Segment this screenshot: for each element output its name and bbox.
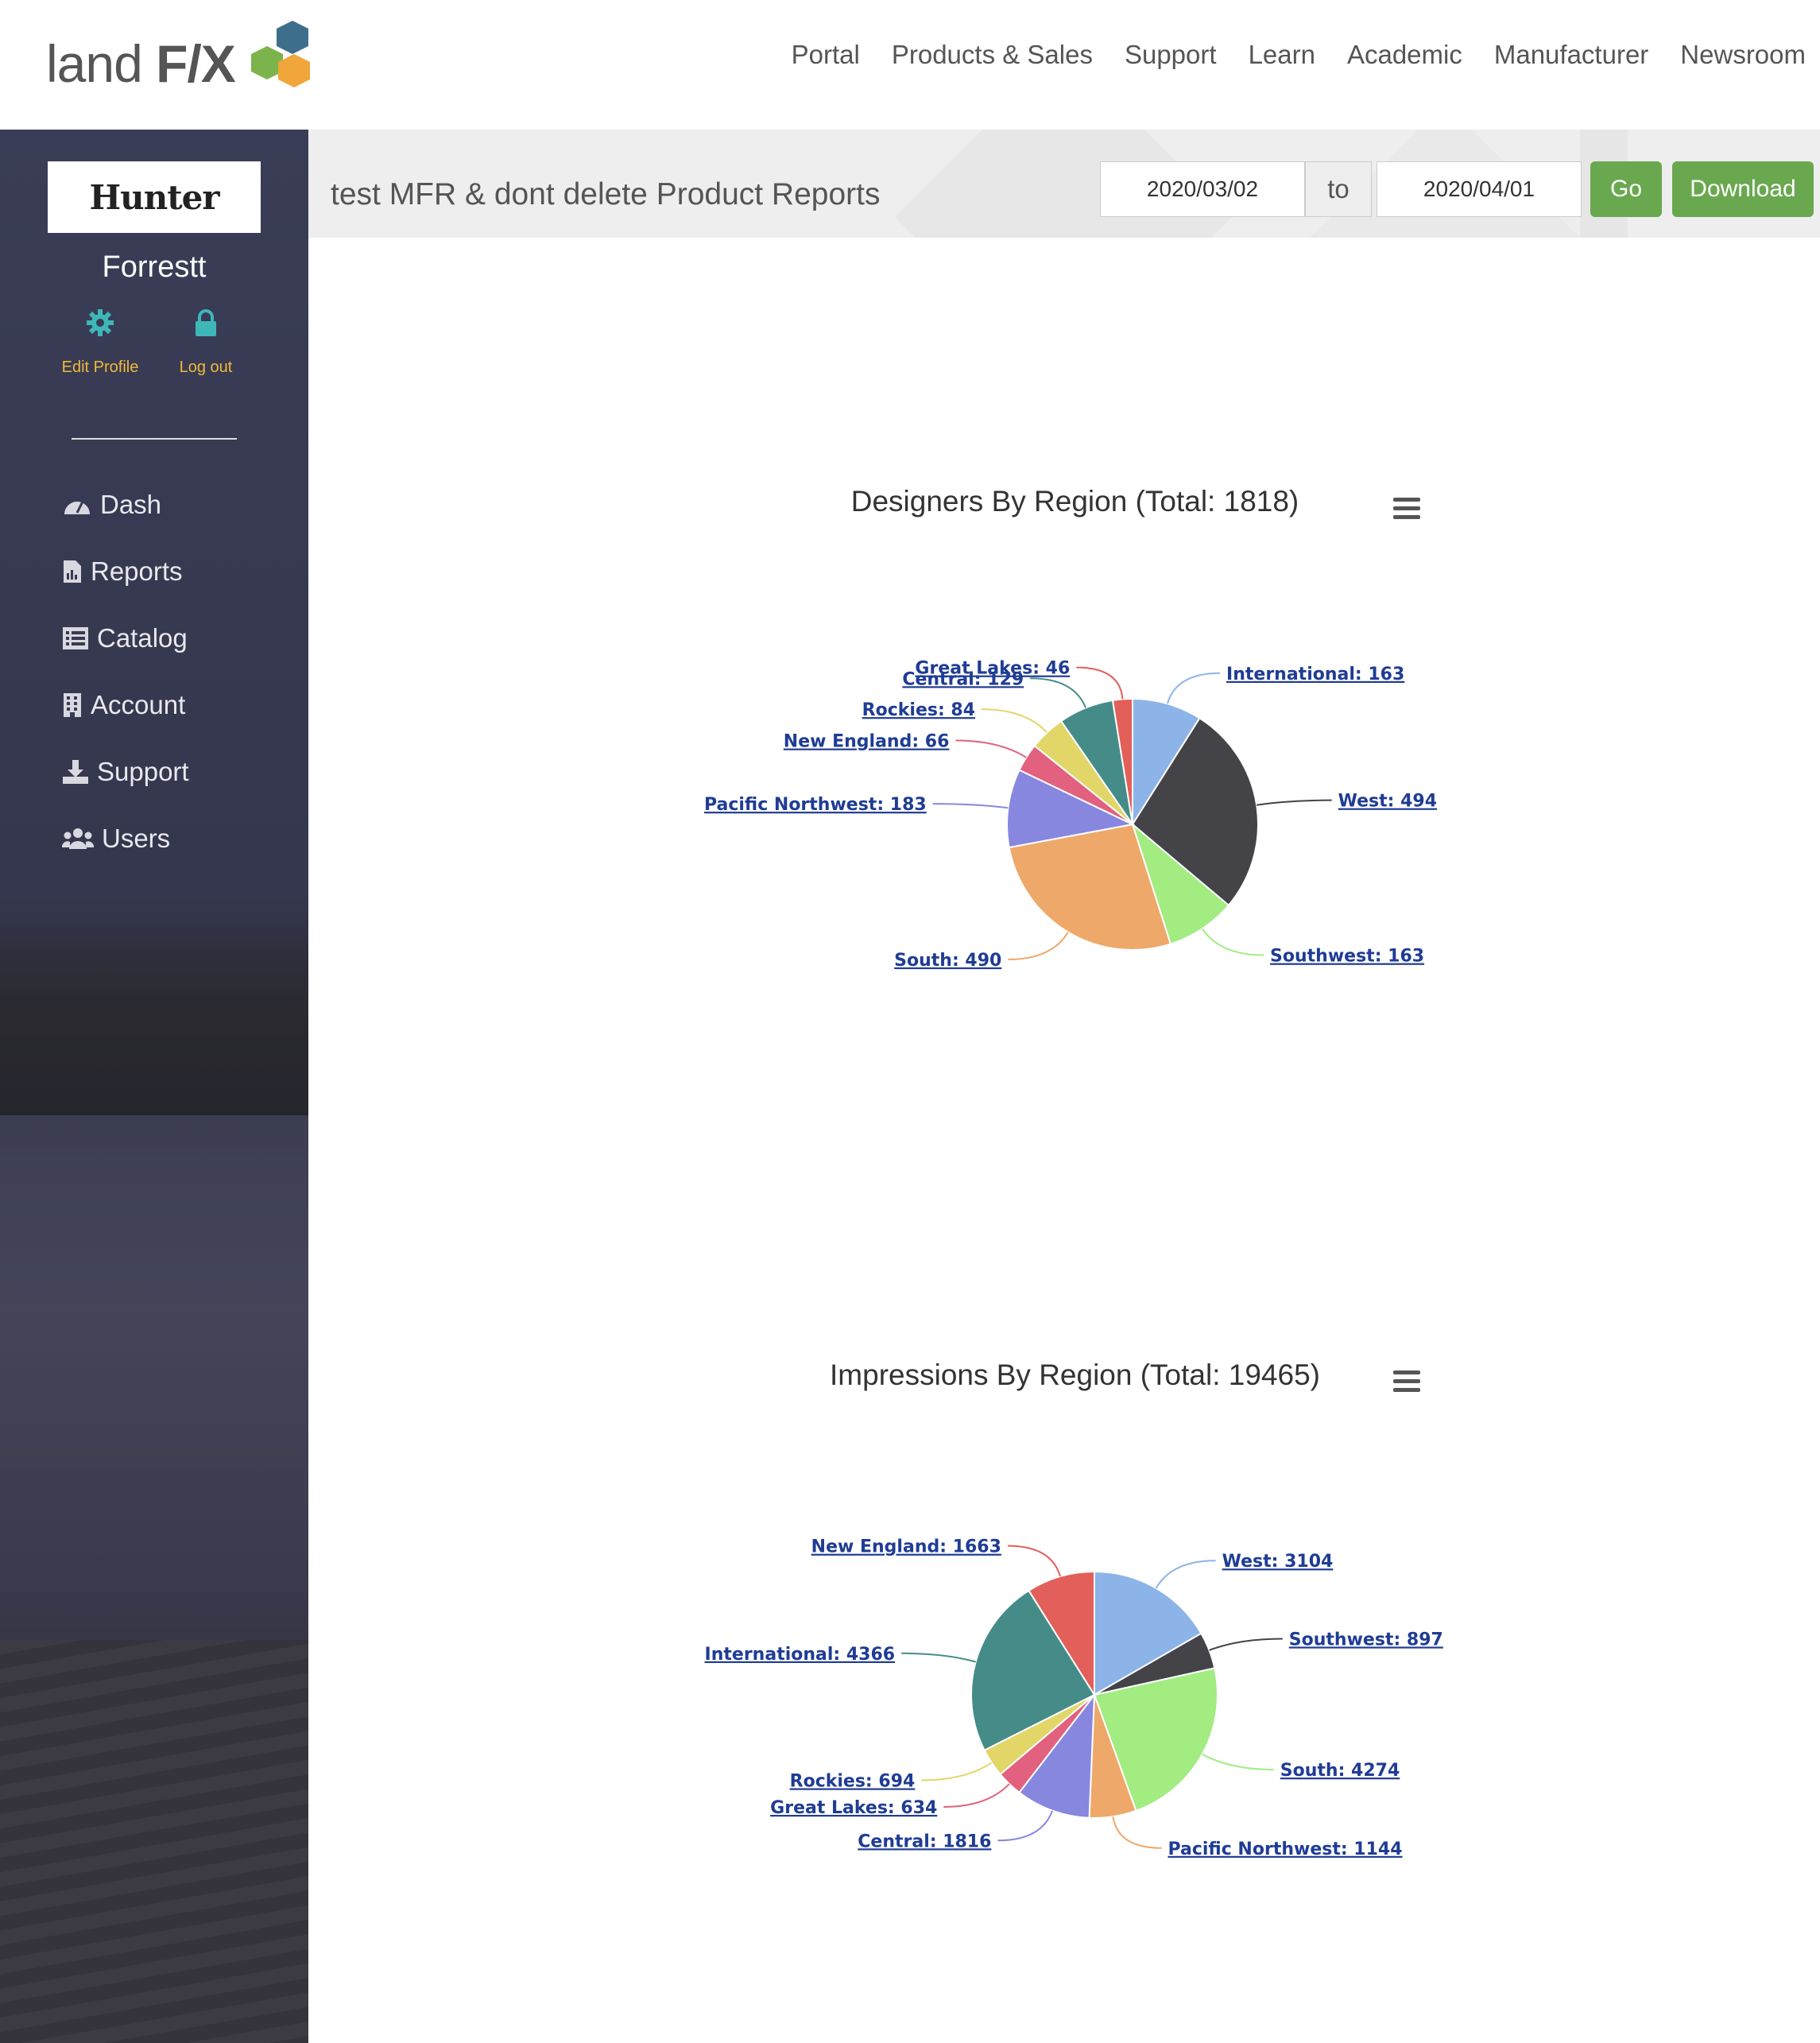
pie-data-label[interactable]: South: 490 <box>894 951 1001 971</box>
pie-connector <box>1076 666 1124 700</box>
pie-data-label[interactable]: Rockies: 84 <box>862 700 975 720</box>
pie-data-label[interactable]: New England: 66 <box>784 732 950 752</box>
pie-connector <box>1112 1816 1162 1849</box>
pie-connector <box>997 1810 1054 1842</box>
pie-data-label[interactable]: South: 4274 <box>1280 1761 1400 1781</box>
pie-data-label[interactable]: Great Lakes: 46 <box>915 659 1070 679</box>
pie-charts: International: 163 West: 494 Southwest: 16… <box>704 659 1443 1859</box>
pie-connector <box>1166 672 1221 704</box>
pie-connector <box>1007 1545 1061 1577</box>
pie-chart: International: 163 West: 494 Southwest: 16… <box>704 659 1437 971</box>
pie-connector <box>943 1783 1010 1808</box>
pie-data-label[interactable]: West: 3104 <box>1222 1552 1334 1572</box>
pie-data-label[interactable]: International: 163 <box>1226 665 1404 684</box>
pie-connector <box>921 1762 993 1781</box>
pie-connector <box>1256 799 1332 806</box>
pie-data-label[interactable]: Rockies: 694 <box>790 1772 916 1792</box>
pie-data-label[interactable]: Southwest: 897 <box>1289 1630 1443 1650</box>
pie-data-label[interactable]: Southwest: 163 <box>1270 947 1424 967</box>
pie-connector <box>982 708 1048 734</box>
pie-data-label[interactable]: Pacific Northwest: 1144 <box>1168 1839 1402 1859</box>
pie-connector <box>955 739 1027 758</box>
pie-connector <box>1030 677 1087 708</box>
pie-connector <box>932 803 1009 809</box>
pie-data-label[interactable]: Central: 1816 <box>858 1832 991 1851</box>
pie-data-label[interactable]: Great Lakes: 634 <box>770 1798 937 1818</box>
pie-connector <box>1155 1560 1216 1589</box>
pie-connector <box>1209 1638 1283 1651</box>
pie-data-label[interactable]: New England: 1663 <box>811 1537 1001 1557</box>
pie-chart: West: 3104 Southwest: 897 South: 4274 Pacif… <box>705 1537 1443 1859</box>
pie-connector <box>901 1652 976 1663</box>
pie-connector <box>1201 928 1264 956</box>
pie-connector <box>1202 1753 1274 1771</box>
pie-data-label[interactable]: Pacific Northwest: 183 <box>704 795 927 815</box>
pie-data-label[interactable]: International: 4366 <box>705 1645 896 1665</box>
pie-data-label[interactable]: West: 494 <box>1338 792 1437 812</box>
pie-connector <box>1008 932 1069 960</box>
